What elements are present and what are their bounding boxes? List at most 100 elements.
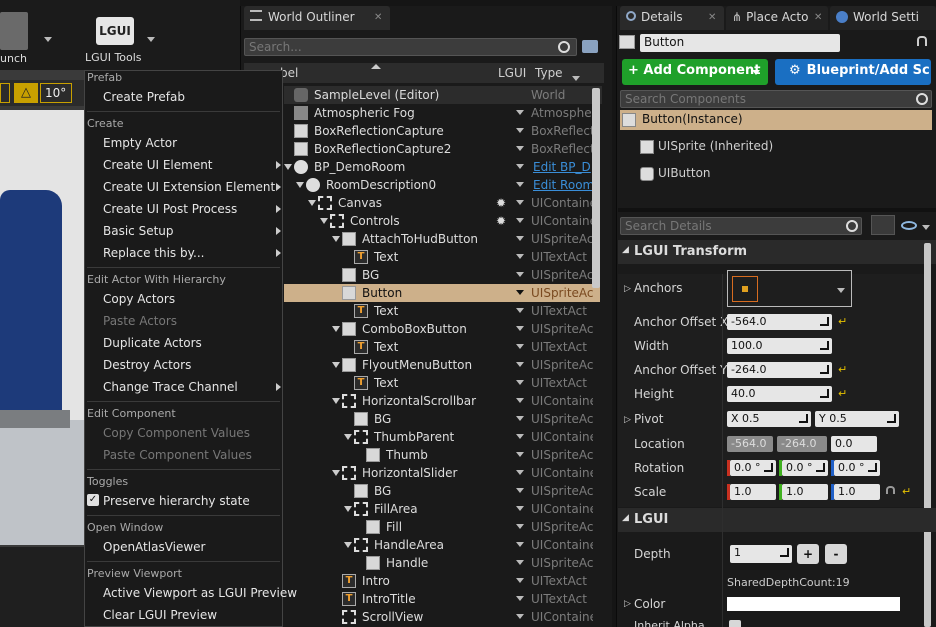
- outliner-row[interactable]: BP_DemoRoom Edit BP_D: [284, 158, 602, 176]
- tab-details[interactable]: Details ✕: [620, 6, 724, 30]
- row-dropdown-icon[interactable]: [516, 236, 524, 241]
- outliner-row[interactable]: FlyoutMenuButton UISpriteAc: [284, 356, 602, 374]
- row-dropdown-icon[interactable]: [516, 398, 524, 403]
- outliner-row[interactable]: ThumbParent UIContaine: [284, 428, 602, 446]
- row-dropdown-icon[interactable]: [516, 218, 524, 223]
- close-icon[interactable]: ✕: [708, 12, 716, 23]
- menu-basic-setup[interactable]: Basic Setup: [103, 224, 174, 238]
- menu-open-atlas-viewer[interactable]: OpenAtlasViewer: [103, 540, 206, 554]
- reset-to-default-icon[interactable]: ↵: [902, 485, 911, 498]
- row-dropdown-icon[interactable]: [516, 362, 524, 367]
- outliner-row[interactable]: SampleLevel (Editor) World: [284, 86, 602, 104]
- menu-duplicate-actors[interactable]: Duplicate Actors: [103, 336, 202, 350]
- outliner-row[interactable]: Thumb UISpriteAc: [284, 446, 602, 464]
- expand-arrow-icon[interactable]: [320, 218, 328, 224]
- menu-create-ui-post-process[interactable]: Create UI Post Process: [103, 202, 237, 216]
- height-field[interactable]: 40.0: [727, 386, 832, 402]
- search-components-input[interactable]: Search Components: [620, 90, 932, 108]
- lgui-tools-dropdown-icon[interactable]: [147, 37, 155, 42]
- rotation-y-field[interactable]: 0.0 °: [782, 460, 828, 476]
- menu-preserve-hierarchy[interactable]: Preserve hierarchy state: [103, 494, 250, 508]
- row-dropdown-icon[interactable]: [516, 434, 524, 439]
- level-viewport[interactable]: △ 10°: [0, 70, 84, 547]
- row-dropdown-icon[interactable]: [516, 182, 524, 187]
- outliner-row[interactable]: ScrollView UIContaine: [284, 608, 602, 626]
- row-dropdown-icon[interactable]: [516, 272, 524, 277]
- menu-create-ui-element[interactable]: Create UI Element: [103, 158, 213, 172]
- eye-icon[interactable]: [901, 221, 917, 230]
- tab-world-settings[interactable]: World Setti: [830, 6, 936, 30]
- outliner-row[interactable]: Canvas ✹ UIContaine: [284, 194, 602, 212]
- reset-to-default-icon[interactable]: ↵: [838, 315, 847, 328]
- row-dropdown-icon[interactable]: [516, 506, 524, 511]
- row-dropdown-icon[interactable]: [516, 128, 524, 133]
- col-lgui-header[interactable]: LGUI: [498, 66, 526, 80]
- menu-destroy-actors[interactable]: Destroy Actors: [103, 358, 191, 372]
- inherit-alpha-checkbox[interactable]: [729, 620, 741, 627]
- row-dropdown-icon[interactable]: [516, 164, 524, 169]
- launch-dropdown-icon[interactable]: [44, 37, 52, 42]
- row-dropdown-icon[interactable]: [516, 344, 524, 349]
- tab-place-actors[interactable]: ⋔ Place Acto ✕: [726, 6, 828, 30]
- details-scrollbar[interactable]: [924, 243, 931, 627]
- expand-arrow-icon[interactable]: [332, 326, 340, 332]
- menu-create-ui-extension[interactable]: Create UI Extension Element: [103, 180, 275, 194]
- search-details-input[interactable]: Search Details: [620, 217, 862, 235]
- component-ui-button[interactable]: UIButton: [658, 166, 711, 180]
- outliner-row[interactable]: T IntroTitle UITextAct: [284, 590, 602, 608]
- depth-decrease-button[interactable]: -: [825, 544, 847, 564]
- outliner-search-input[interactable]: Search...: [244, 38, 577, 56]
- rotation-x-field[interactable]: 0.0 °: [730, 460, 776, 476]
- row-dropdown-icon[interactable]: [516, 470, 524, 475]
- component-ui-sprite[interactable]: UISprite (Inherited): [658, 139, 773, 153]
- menu-empty-actor[interactable]: Empty Actor: [103, 136, 177, 150]
- outliner-row[interactable]: HandleArea UIContaine: [284, 536, 602, 554]
- depth-field[interactable]: 1: [730, 545, 792, 563]
- outliner-row[interactable]: BG UISpriteAc: [284, 482, 602, 500]
- close-icon[interactable]: ✕: [814, 12, 822, 23]
- menu-clear-lgui-preview[interactable]: Clear LGUI Preview: [103, 608, 217, 622]
- add-component-button[interactable]: + Add Component: [622, 59, 768, 85]
- outliner-scrollbar[interactable]: [592, 88, 600, 288]
- row-dropdown-icon[interactable]: [516, 110, 524, 115]
- add-folder-icon[interactable]: [582, 40, 598, 53]
- expand-arrow-icon[interactable]: [344, 434, 352, 440]
- anchor-offset-y-field[interactable]: -264.0: [727, 362, 832, 378]
- expand-icon[interactable]: ▷: [624, 284, 631, 294]
- outliner-row[interactable]: Controls ✹ UIContaine: [284, 212, 602, 230]
- color-swatch[interactable]: [727, 597, 900, 611]
- row-dropdown-icon[interactable]: [516, 146, 524, 151]
- row-dropdown-icon[interactable]: [516, 254, 524, 259]
- menu-copy-actors[interactable]: Copy Actors: [103, 292, 175, 306]
- row-dropdown-icon[interactable]: [516, 290, 524, 295]
- launch-label[interactable]: unch: [0, 52, 27, 65]
- outliner-row[interactable]: ComboBoxButton UISpriteAc: [284, 320, 602, 338]
- row-dropdown-icon[interactable]: [516, 416, 524, 421]
- row-dropdown-icon[interactable]: [516, 542, 524, 547]
- lgui-tools-icon[interactable]: LGUI: [96, 17, 134, 45]
- outliner-row[interactable]: T Text UITextAct: [284, 248, 602, 266]
- row-dropdown-icon[interactable]: [516, 578, 524, 583]
- outliner-row[interactable]: T Text UITextAct: [284, 338, 602, 356]
- row-dropdown-icon[interactable]: [516, 560, 524, 565]
- outliner-row[interactable]: Atmospheric Fog Atmosphe: [284, 104, 602, 122]
- expand-arrow-icon[interactable]: [344, 542, 352, 548]
- edit-blueprint-link[interactable]: Edit Room: [533, 178, 593, 192]
- outliner-row[interactable]: T Text UITextAct: [284, 302, 602, 320]
- expand-arrow-icon[interactable]: [332, 236, 340, 242]
- anchor-offset-x-field[interactable]: -564.0: [727, 314, 832, 330]
- row-dropdown-icon[interactable]: [516, 488, 524, 493]
- lock-scale-icon[interactable]: [886, 486, 895, 494]
- outliner-row[interactable]: T Intro UITextAct: [284, 572, 602, 590]
- blueprint-button[interactable]: ⚙ Blueprint/Add Sc: [775, 59, 931, 85]
- section-lgui-transform[interactable]: ◢ LGUI Transform: [618, 240, 936, 264]
- row-dropdown-icon[interactable]: [516, 524, 524, 529]
- col-type-header[interactable]: Type: [535, 66, 563, 80]
- outliner-row[interactable]: HorizontalSlider UIContaine: [284, 464, 602, 482]
- reset-to-default-icon[interactable]: ↵: [838, 363, 847, 376]
- expand-icon[interactable]: ▷: [624, 599, 631, 609]
- row-dropdown-icon[interactable]: [516, 596, 524, 601]
- canvas-settings-icon[interactable]: ✹: [496, 214, 506, 228]
- rotation-snap-icon[interactable]: △: [14, 83, 38, 103]
- outliner-row[interactable]: BoxReflectionCapture BoxReflect: [284, 122, 602, 140]
